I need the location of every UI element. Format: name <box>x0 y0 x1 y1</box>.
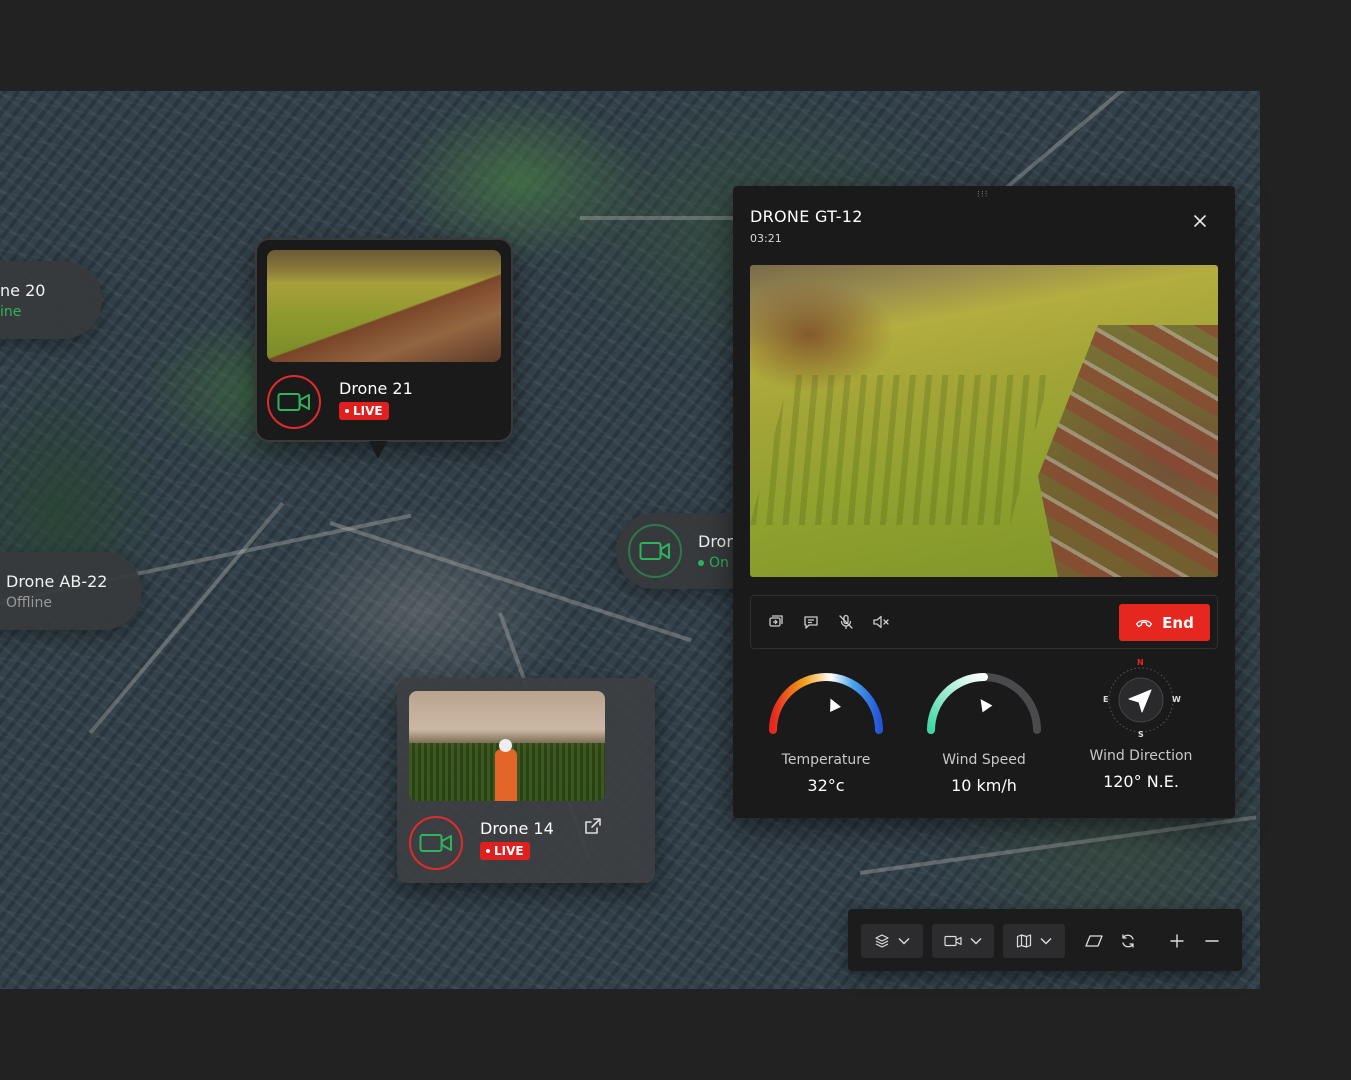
chevron-down-icon <box>970 938 982 945</box>
card-pointer <box>369 441 387 459</box>
drone-name: Dror <box>698 531 733 551</box>
drone-card-14[interactable]: Drone 14 LIVE <box>397 678 655 883</box>
drone-21-video-thumbnail[interactable] <box>267 250 501 362</box>
camera-icon <box>409 816 463 870</box>
layers-icon <box>875 934 889 948</box>
gauge-value: 32°c <box>807 776 845 795</box>
phone-end-icon <box>1136 619 1153 627</box>
camera-dropdown[interactable] <box>932 924 994 958</box>
call-controls: End <box>750 595 1218 649</box>
drone-card-21[interactable]: Drone 21 LIVE <box>255 238 513 442</box>
drone-name: Drone 21 <box>339 379 413 398</box>
drone-marker-ab22[interactable]: Drone AB-22 Offline <box>0 552 142 630</box>
live-label: LIVE <box>494 844 524 858</box>
compass-west-label: W <box>1172 695 1181 704</box>
drone-14-video-thumbnail[interactable] <box>409 691 605 801</box>
live-badge: LIVE <box>339 402 389 420</box>
drone-marker-20[interactable]: ne 20 ine <box>0 261 102 339</box>
drone-status: On <box>698 555 733 571</box>
live-dot <box>486 849 490 853</box>
camera-icon <box>628 524 682 578</box>
temperature-gauge: Temperature 32°c <box>756 668 896 795</box>
compass-east-label: E <box>1103 695 1109 704</box>
wind-speed-dial <box>927 673 1041 734</box>
compass-icon: N E W S <box>1071 658 1211 739</box>
wind-speed-gauge: Wind Speed 10 km/h <box>914 668 1054 795</box>
end-call-button[interactable]: End <box>1119 604 1210 641</box>
drone-name: ne 20 <box>0 280 46 300</box>
compass-south-label: S <box>1138 730 1144 739</box>
status-dot <box>698 559 704 566</box>
live-label: LIVE <box>353 404 383 418</box>
chevron-down-icon <box>1040 938 1052 945</box>
refresh-icon[interactable] <box>1118 931 1138 951</box>
live-video-feed[interactable] <box>750 265 1218 577</box>
mic-off-icon[interactable] <box>837 613 855 631</box>
temperature-dial <box>769 673 883 734</box>
chat-icon[interactable] <box>802 613 820 631</box>
drag-handle-icon[interactable]: ⁝⁝⁝ <box>977 190 989 200</box>
speaker-mute-icon[interactable] <box>872 613 890 631</box>
open-external-icon[interactable] <box>584 817 602 839</box>
drone-status: ine <box>0 303 22 320</box>
gauge-label: Wind Direction <box>1089 748 1193 764</box>
live-dot <box>345 409 349 413</box>
layers-dropdown[interactable] <box>861 924 923 958</box>
camera-icon <box>944 935 962 947</box>
chevron-down-icon <box>898 938 910 945</box>
zoom-in-icon[interactable] <box>1167 931 1187 951</box>
drone-detail-panel: ⁝⁝⁝ DRONE GT-12 03:21 End Temperature 32… <box>733 186 1235 818</box>
status-text: On <box>709 554 729 571</box>
map-icon <box>1016 934 1032 948</box>
gauge-value: 120° N.E. <box>1103 772 1179 791</box>
wind-direction-gauge: N E W S Wind Direction 120° N.E. <box>1071 658 1211 791</box>
gauge-value: 10 km/h <box>951 776 1017 795</box>
gauge-label: Wind Speed <box>942 752 1026 768</box>
camera-icon <box>267 375 321 429</box>
drone-name: Drone AB-22 <box>6 571 108 591</box>
gauge-label: Temperature <box>781 752 871 768</box>
drone-status: Offline <box>6 594 52 611</box>
shape-icon[interactable] <box>1084 931 1104 951</box>
map-toolbar <box>848 909 1242 971</box>
end-label: End <box>1162 613 1194 632</box>
close-icon[interactable] <box>1189 210 1211 232</box>
flight-time: 03:21 <box>750 232 782 245</box>
map-type-dropdown[interactable] <box>1003 924 1065 958</box>
zoom-out-icon[interactable] <box>1202 931 1222 951</box>
switch-camera-icon[interactable] <box>767 613 785 631</box>
live-badge: LIVE <box>480 842 530 860</box>
panel-title: DRONE GT-12 <box>750 207 863 226</box>
drone-name: Drone 14 <box>480 819 554 838</box>
compass-north-label: N <box>1137 658 1144 667</box>
